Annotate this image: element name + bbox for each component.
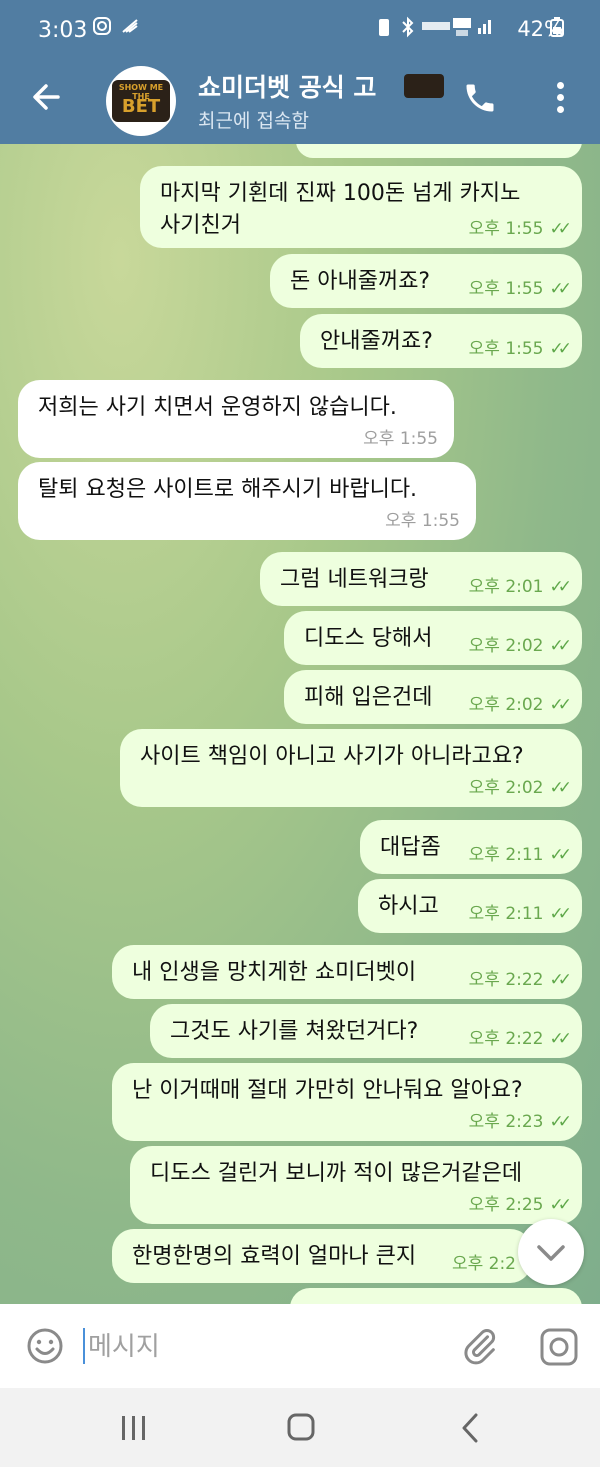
battery-saver-icon (376, 16, 392, 43)
message-time: 오후 2:02 ✓✓ (468, 636, 572, 656)
message-time: 오후 2:02 ✓✓ (468, 695, 572, 715)
message-time: 오후 2:2 (451, 1254, 516, 1274)
chat-title[interactable]: 쇼미더벳 공식 고 (198, 68, 376, 104)
message-text: 디도스 당해서 (304, 626, 433, 651)
message-text: 디도스 걸린거 보니까 적이 많은거같은데 (150, 1161, 523, 1186)
message-text: 한명한명의 효력이 얼마나 큰지 (132, 1244, 417, 1269)
double-check-icon: ✓✓ (549, 904, 572, 924)
message-bubble[interactable]: 대답좀 오후 2:11 ✓✓ (360, 820, 582, 874)
message-time: 오후 2:02 ✓✓ (468, 778, 572, 798)
message-text: 난 이거때매 절대 가만히 안나둬요 알아요? (132, 1078, 523, 1103)
double-check-icon: ✓✓ (549, 1112, 572, 1132)
status-bar: 3:03 42% (0, 0, 600, 62)
message-time: 오후 2:22 ✓✓ (468, 1029, 572, 1049)
double-check-icon: ✓✓ (549, 695, 572, 715)
message-text: 마지막 기횐데 진짜 100돈 넘게 카지노 (160, 181, 521, 206)
volte-icon (422, 16, 450, 41)
double-check-icon: ✓✓ (549, 636, 572, 656)
message-time: 오후 2:25 ✓✓ (468, 1195, 572, 1215)
message-text: 대답좀 (380, 835, 441, 860)
status-time: 3:03 (38, 18, 88, 43)
message-text: 사기친거 (160, 213, 241, 238)
message-text: 피해 입은건데 (304, 685, 433, 710)
last-seen-status: 최근에 접속함 (198, 110, 309, 132)
home-icon[interactable] (287, 1413, 315, 1441)
nav-back-icon[interactable] (460, 1413, 480, 1443)
avatar[interactable]: SHOW ME THE BET (106, 66, 176, 136)
message-composer: 메시지 (0, 1304, 600, 1388)
double-check-icon: ✓✓ (549, 279, 572, 299)
message-text: 돈 아내줄꺼죠? (290, 269, 431, 294)
message-time: 오후 1:55 ✓✓ (468, 279, 572, 299)
message-bubble[interactable]: 피해 입은건데 오후 2:02 ✓✓ (284, 670, 582, 724)
signal-icon (476, 16, 496, 41)
message-text: 내 인생을 망치게한 쇼미더벳이 (132, 960, 417, 985)
message-time: 오후 1:55 (385, 511, 460, 531)
system-nav-bar (0, 1388, 600, 1467)
message-bubble[interactable]: 한명한명의 효력이 얼마나 큰지 오후 2:2 (112, 1229, 532, 1283)
message-text: 안내줄꺼죠? (320, 329, 433, 354)
message-bubble[interactable]: 하시고 오후 2:11 ✓✓ (358, 879, 582, 933)
message-bubble-partial[interactable] (296, 144, 582, 158)
message-text: 하시고 (378, 894, 439, 919)
brand-logo: SHOW ME THE BET (112, 80, 170, 122)
message-time: 오후 2:01 ✓✓ (468, 577, 572, 597)
message-text: 사이트 책임이 아니고 사기가 아니라고요? (140, 744, 524, 769)
recent-apps-icon[interactable] (120, 1415, 148, 1441)
double-check-icon: ✓✓ (549, 219, 572, 239)
double-check-icon: ✓✓ (549, 970, 572, 990)
double-check-icon: ✓✓ (549, 778, 572, 798)
camera-icon[interactable] (538, 1326, 580, 1368)
title-logo-badge (404, 74, 444, 98)
chat-header: SHOW ME THE BET 쇼미더벳 공식 고 최근에 접속함 (0, 62, 600, 144)
message-bubble[interactable]: 그럼 네트워크랑 오후 2:01 ✓✓ (260, 552, 582, 606)
5g-icon (452, 16, 472, 43)
message-list[interactable]: 마지막 기횐데 진짜 100돈 넘게 카지노 사기친거 오후 1:55 ✓✓ 돈 아… (0, 144, 600, 1304)
signal-misc-icon (120, 16, 140, 41)
double-check-icon: ✓✓ (549, 339, 572, 359)
text-caret (83, 1328, 85, 1364)
instagram-icon (92, 16, 112, 41)
message-bubble[interactable]: 돈 아내줄꺼죠? 오후 1:55 ✓✓ (270, 254, 582, 308)
paperclip-icon[interactable] (460, 1326, 500, 1366)
message-text: 탈퇴 요청은 사이트로 해주시기 바랍니다. (38, 477, 418, 502)
battery-icon (550, 16, 564, 43)
message-time: 오후 2:23 ✓✓ (468, 1112, 572, 1132)
message-time: 오후 2:22 ✓✓ (468, 970, 572, 990)
message-bubble[interactable]: 내 인생을 망치게한 쇼미더벳이 오후 2:22 ✓✓ (112, 945, 582, 999)
message-bubble-partial[interactable] (290, 1288, 582, 1304)
more-vert-icon[interactable] (548, 82, 572, 122)
message-time: 오후 1:55 ✓✓ (468, 339, 572, 359)
message-time: 오후 1:55 ✓✓ (468, 219, 572, 239)
message-bubble[interactable]: 마지막 기횐데 진짜 100돈 넘게 카지노사기친거 오후 1:55 ✓✓ (140, 166, 582, 248)
arrow-left-icon[interactable] (30, 80, 64, 120)
double-check-icon: ✓✓ (549, 577, 572, 597)
chevron-down-icon[interactable] (518, 1219, 584, 1285)
phone-icon[interactable] (462, 80, 502, 120)
message-text: 그것도 사기를 쳐왔던거다? (170, 1019, 419, 1044)
double-check-icon: ✓✓ (549, 1195, 572, 1215)
message-time: 오후 2:11 ✓✓ (468, 845, 572, 865)
message-bubble[interactable]: 안내줄꺼죠? 오후 1:55 ✓✓ (300, 314, 582, 368)
double-check-icon: ✓✓ (549, 1029, 572, 1049)
message-time: 오후 1:55 (363, 429, 438, 449)
message-text: 저희는 사기 치면서 운영하지 않습니다. (38, 395, 397, 420)
message-bubble[interactable]: 사이트 책임이 아니고 사기가 아니라고요? 오후 2:02 ✓✓ (120, 729, 582, 807)
message-bubble[interactable]: 저희는 사기 치면서 운영하지 않습니다. 오후 1:55 (18, 380, 454, 458)
bluetooth-icon (400, 16, 416, 43)
message-text: 그럼 네트워크랑 (280, 567, 429, 592)
message-time: 오후 2:11 ✓✓ (468, 904, 572, 924)
message-bubble[interactable]: 탈퇴 요청은 사이트로 해주시기 바랍니다. 오후 1:55 (18, 462, 476, 540)
message-bubble[interactable]: 디도스 당해서 오후 2:02 ✓✓ (284, 611, 582, 665)
message-bubble[interactable]: 난 이거때매 절대 가만히 안나둬요 알아요? 오후 2:23 ✓✓ (112, 1063, 582, 1141)
message-input[interactable]: 메시지 (88, 1326, 160, 1363)
message-bubble[interactable]: 디도스 걸린거 보니까 적이 많은거같은데 오후 2:25 ✓✓ (130, 1146, 582, 1224)
double-check-icon: ✓✓ (549, 845, 572, 865)
smiley-icon[interactable] (26, 1327, 64, 1365)
message-bubble[interactable]: 그것도 사기를 쳐왔던거다? 오후 2:22 ✓✓ (150, 1004, 582, 1058)
